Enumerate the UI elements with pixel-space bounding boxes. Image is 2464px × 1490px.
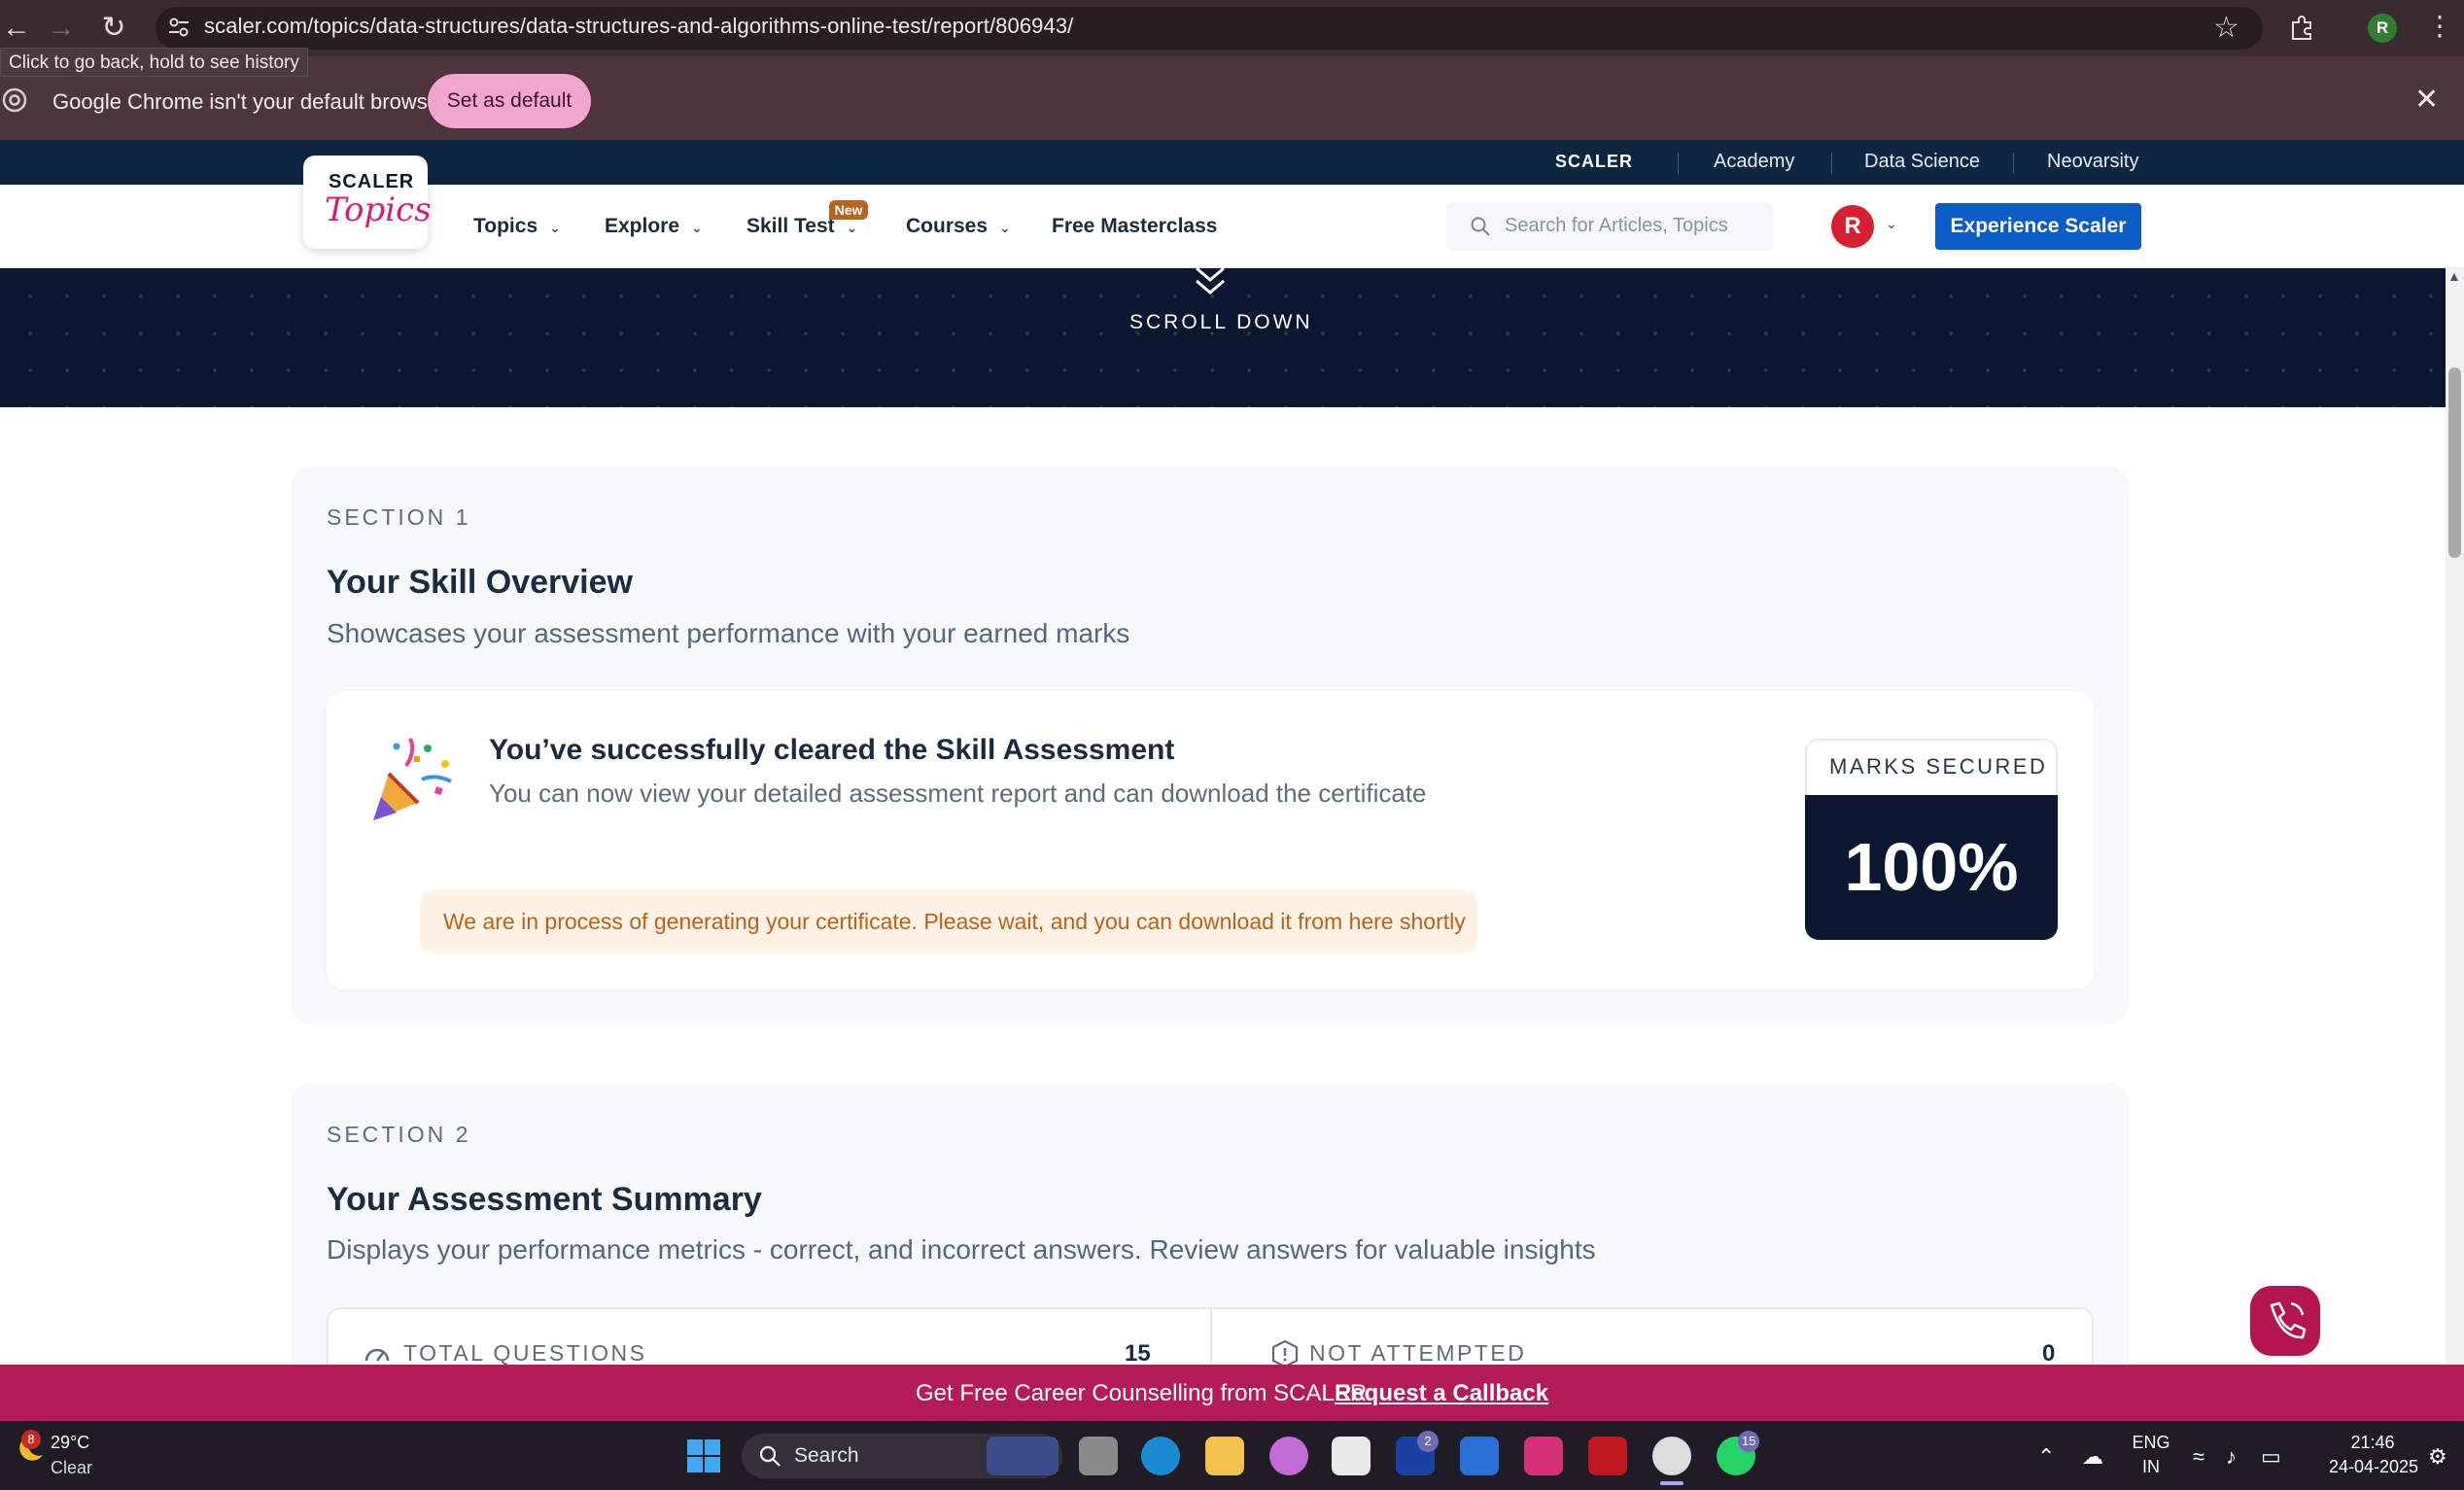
stats-divider bbox=[1210, 1309, 1212, 1368]
bookmark-star-icon[interactable]: ☆ bbox=[2213, 11, 2239, 45]
section-label: SECTION 2 bbox=[327, 1122, 471, 1147]
marks-value: 100% bbox=[1844, 829, 2019, 905]
stat-value: 0 bbox=[2042, 1340, 2056, 1367]
strip-divider bbox=[1678, 153, 1679, 174]
microsoft-store-icon[interactable] bbox=[1332, 1437, 1371, 1475]
infobar-message: Google Chrome isn't your default browser bbox=[52, 89, 447, 114]
edge-icon[interactable] bbox=[1141, 1437, 1180, 1475]
strip-divider bbox=[1831, 153, 1832, 174]
nav-item-label: Explore bbox=[605, 215, 680, 237]
instagram-icon[interactable] bbox=[1524, 1437, 1563, 1475]
phone-icon bbox=[2270, 1301, 2307, 1339]
request-callback-link[interactable]: Request a Callback bbox=[1335, 1380, 1548, 1407]
clock-time[interactable]: 21:46 bbox=[2339, 1433, 2407, 1453]
experience-scaler-button[interactable]: Experience Scaler bbox=[1935, 203, 2141, 250]
close-icon[interactable]: ✕ bbox=[2414, 84, 2439, 117]
strip-link-data-science[interactable]: Data Science bbox=[1864, 151, 1980, 173]
taskbar-search-label: Search bbox=[794, 1444, 859, 1467]
settings-gear-icon[interactable]: ⚙ bbox=[2428, 1444, 2447, 1470]
call-button[interactable] bbox=[2250, 1286, 2320, 1356]
forward-button[interactable]: → bbox=[45, 12, 78, 45]
chevron-down-icon: ⌄ bbox=[846, 220, 858, 235]
marks-label: MARKS SECURED bbox=[1829, 754, 2048, 779]
strip-link-academy[interactable]: Academy bbox=[1714, 151, 1794, 173]
scroll-up-arrow-icon[interactable]: ▲ bbox=[2447, 268, 2461, 284]
set-as-default-button[interactable]: Set as default bbox=[428, 74, 591, 128]
logo-text-bottom: Topics bbox=[325, 191, 432, 229]
mcafee-icon[interactable] bbox=[1588, 1437, 1627, 1475]
nav-item-topics[interactable]: Topics ⌄ bbox=[473, 215, 561, 238]
search-placeholder: Search for Articles, Topics bbox=[1505, 215, 1728, 236]
career-banner-text: Get Free Career Counselling from SCALER: bbox=[916, 1380, 1373, 1406]
nav-item-label: Topics bbox=[473, 215, 538, 237]
task-view-icon[interactable] bbox=[1079, 1437, 1118, 1475]
scaler-strip-logo[interactable]: SCALER bbox=[1555, 152, 1633, 172]
section-title: Your Skill Overview bbox=[327, 564, 633, 601]
windows-start-icon[interactable] bbox=[686, 1438, 721, 1473]
chevron-down-icon: ⌄ bbox=[999, 220, 1011, 235]
url-text[interactable]: scaler.com/topics/data-structures/data-s… bbox=[204, 14, 1073, 39]
section-subtitle: Showcases your assessment performance wi… bbox=[327, 618, 1130, 648]
back-button[interactable]: ← bbox=[0, 12, 33, 45]
linkedin-badge: 2 bbox=[1417, 1431, 1439, 1452]
search-highlight-image bbox=[987, 1437, 1058, 1475]
strip-divider bbox=[2013, 153, 2014, 174]
screen: ← → ↻ scaler.com/topics/data-structures/… bbox=[0, 0, 2464, 1490]
region-indicator[interactable]: IN bbox=[2129, 1457, 2173, 1477]
reload-button[interactable]: ↻ bbox=[97, 12, 130, 45]
wifi-icon[interactable]: ≈ bbox=[2193, 1444, 2204, 1470]
section-title: Your Assessment Summary bbox=[327, 1181, 762, 1218]
active-app-indicator bbox=[1660, 1481, 1683, 1485]
weather-temperature[interactable]: 29°C bbox=[51, 1433, 89, 1453]
chrome-taskbar-icon[interactable] bbox=[1652, 1437, 1691, 1475]
stat-label: NOT ATTEMPTED bbox=[1309, 1340, 1527, 1366]
double-chevron-down-icon[interactable] bbox=[1194, 262, 1227, 301]
scaler-topics-logo[interactable]: SCALER Topics bbox=[303, 156, 432, 249]
volume-icon[interactable]: ♪ bbox=[2226, 1444, 2237, 1470]
file-explorer-icon[interactable] bbox=[1205, 1437, 1244, 1475]
onedrive-icon[interactable]: ☁ bbox=[2082, 1444, 2103, 1470]
scrollbar-thumb[interactable] bbox=[2448, 367, 2461, 558]
certificate-notice: We are in process of generating your cer… bbox=[420, 889, 1477, 953]
copilot-icon[interactable] bbox=[1269, 1437, 1308, 1475]
language-indicator[interactable]: ENG bbox=[2129, 1433, 2173, 1453]
section-label: SECTION 1 bbox=[327, 504, 471, 530]
stat-value: 15 bbox=[1125, 1340, 1151, 1367]
weather-badge: 8 bbox=[21, 1430, 41, 1449]
back-tooltip: Click to go back, hold to see history bbox=[0, 48, 308, 77]
nav-item-label: Courses bbox=[906, 215, 989, 237]
section-subtitle: Displays your performance metrics - corr… bbox=[327, 1234, 1596, 1265]
user-avatar[interactable]: R bbox=[1831, 205, 1874, 248]
search-icon bbox=[759, 1445, 781, 1467]
chevron-down-icon: ⌄ bbox=[691, 220, 703, 235]
result-subtitle: You can now view your detailed assessmen… bbox=[489, 779, 1427, 808]
party-popper-icon bbox=[373, 738, 452, 820]
extensions-icon[interactable] bbox=[2287, 13, 2316, 42]
chevron-down-icon[interactable]: ⌄ bbox=[1886, 216, 1897, 232]
profile-avatar[interactable]: R bbox=[2368, 14, 2397, 43]
result-title: You’ve successfully cleared the Skill As… bbox=[489, 734, 1175, 766]
code-app-icon[interactable] bbox=[1460, 1437, 1499, 1475]
nav-item-courses[interactable]: Courses ⌄ bbox=[906, 215, 1011, 238]
chevron-up-icon[interactable]: ⌃ bbox=[2037, 1444, 2055, 1470]
chevron-down-icon: ⌄ bbox=[549, 220, 561, 235]
search-icon bbox=[1471, 217, 1490, 236]
scroll-down-label[interactable]: SCROLL DOWN bbox=[1129, 311, 1313, 334]
nav-item-explore[interactable]: Explore ⌄ bbox=[605, 215, 703, 238]
site-settings-icon[interactable] bbox=[165, 14, 192, 41]
nav-item-label: Skill Test bbox=[746, 215, 835, 237]
strip-link-neovarsity[interactable]: Neovarsity bbox=[2047, 151, 2138, 173]
chrome-icon bbox=[2, 87, 27, 113]
stat-label: TOTAL QUESTIONS bbox=[403, 1340, 647, 1366]
clock-date[interactable]: 24-04-2025 bbox=[2325, 1457, 2422, 1477]
more-menu-icon[interactable]: ⋮ bbox=[2426, 12, 2453, 41]
new-badge: New bbox=[829, 200, 868, 220]
nav-item-free-masterclass[interactable]: Free Masterclass bbox=[1052, 215, 1217, 238]
battery-icon[interactable]: ▭ bbox=[2261, 1444, 2281, 1470]
weather-description[interactable]: Clear bbox=[51, 1458, 92, 1478]
